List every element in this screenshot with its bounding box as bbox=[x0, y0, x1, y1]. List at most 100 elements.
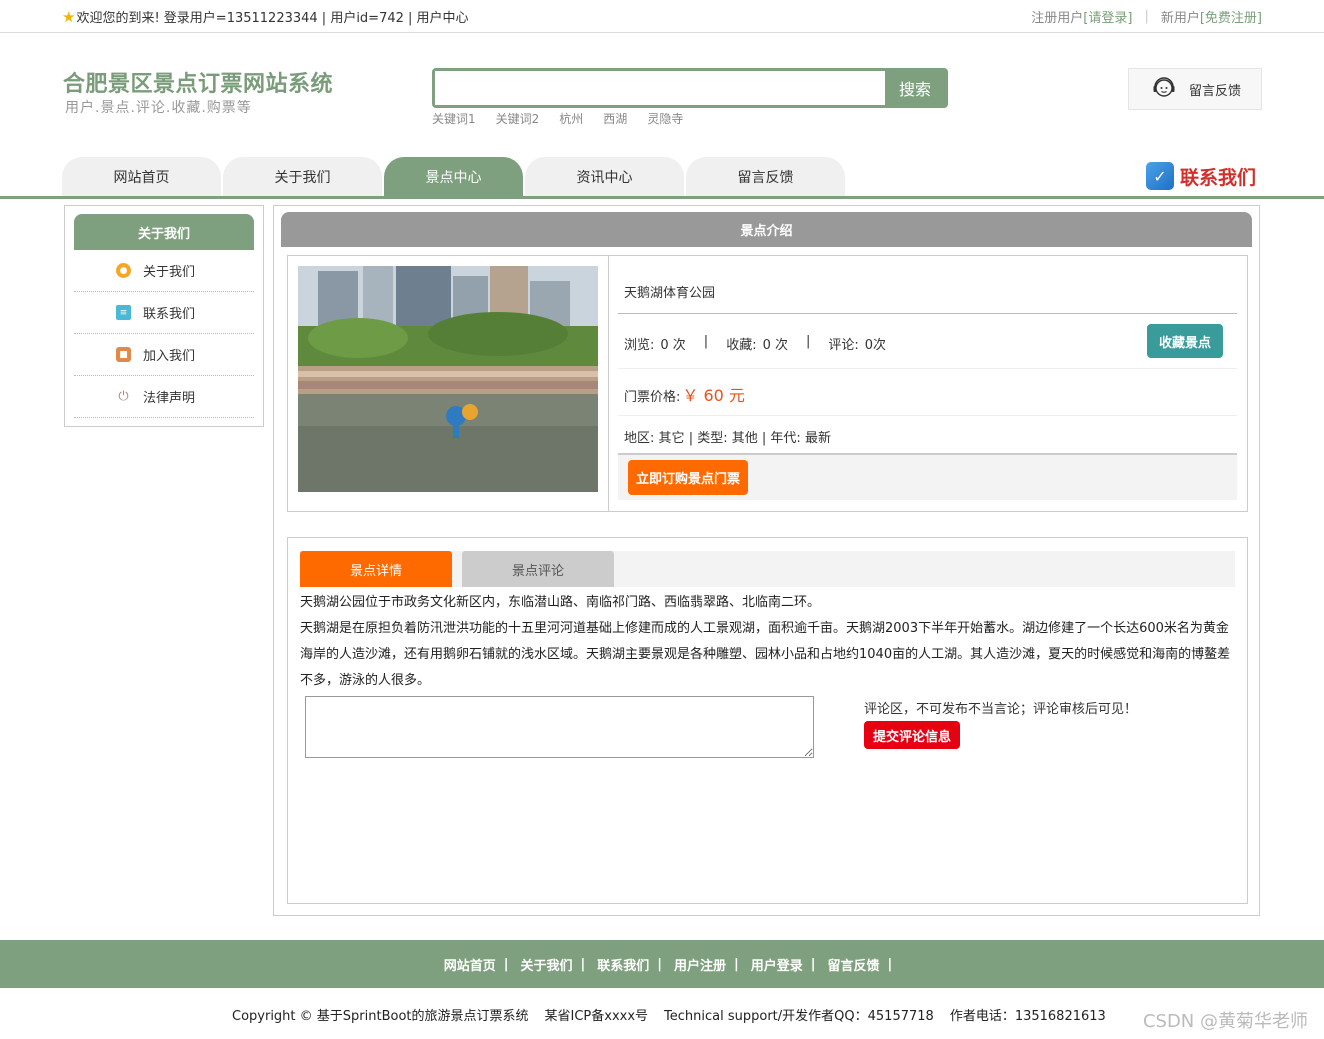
search-button[interactable]: 搜索 bbox=[885, 71, 945, 105]
phone-icon: ✓ bbox=[1146, 162, 1174, 190]
top-bar: ★ 欢迎您的到来! 登录用户=13511223344 | 用户id=742 | … bbox=[0, 0, 1324, 33]
footer-link-contact[interactable]: 联系我们 bbox=[597, 955, 649, 974]
watermark: CSDN @黄菊华老师 bbox=[1142, 1011, 1308, 1032]
divider: | bbox=[657, 956, 662, 972]
power-icon: ⏻ bbox=[116, 389, 131, 404]
nav-home[interactable]: 网站首页 bbox=[62, 157, 221, 197]
spot-stats: 浏览: 0 次 | 收藏: 0 次 | 评论: 0次 bbox=[624, 334, 886, 353]
spot-description: 天鹅湖公园位于市政务文化新区内，东临潜山路、南临祁门路、西临翡翠路、北临南二环。… bbox=[300, 590, 1235, 694]
footer-link-register[interactable]: 用户注册 bbox=[674, 955, 726, 974]
support-text: Technical support/开发作者QQ：45157718 bbox=[664, 1009, 934, 1024]
nav-feedback[interactable]: 留言反馈 bbox=[686, 157, 845, 197]
sidebar-item-join[interactable]: ■ 加入我们 bbox=[74, 334, 254, 376]
divider: | bbox=[887, 956, 893, 972]
favs-label: 收藏: bbox=[726, 338, 757, 353]
keyword-link[interactable]: 杭州 bbox=[559, 110, 583, 127]
buy-bar: 立即订购景点门票 bbox=[618, 453, 1237, 500]
nav-underline bbox=[0, 196, 1324, 199]
footer-nav: 网站首页 | 关于我们 | 联系我们 | 用户注册 | 用户登录 | 留言反馈 | bbox=[0, 940, 1324, 988]
contact-us-label: 联系我们 bbox=[1180, 166, 1257, 189]
divider bbox=[608, 256, 609, 511]
sidebar-item-label: 联系我们 bbox=[143, 307, 196, 322]
region-label: 地区: bbox=[624, 431, 655, 446]
spot-meta: 地区: 其它 | 类型: 其他 | 年代: 最新 bbox=[624, 427, 831, 446]
sidebar-item-label: 关于我们 bbox=[143, 265, 196, 280]
divider: | bbox=[734, 956, 739, 972]
nav-about[interactable]: 关于我们 bbox=[223, 157, 382, 197]
divider bbox=[618, 313, 1237, 314]
spot-name: 天鹅湖体育公园 bbox=[624, 286, 716, 301]
main-panel: 景点介绍 天鹅湖体育公园 浏览: 0 次 | 收藏: 0 次 | 评论: 0次 … bbox=[273, 205, 1260, 916]
star-icon: ★ bbox=[62, 7, 76, 26]
submit-comment-button[interactable]: 提交评论信息 bbox=[864, 721, 960, 749]
region-value: 其它 bbox=[658, 431, 685, 446]
feedback-button[interactable]: 留言反馈 bbox=[1128, 68, 1262, 110]
spot-info: 天鹅湖体育公园 浏览: 0 次 | 收藏: 0 次 | 评论: 0次 收藏景点 … bbox=[287, 255, 1248, 512]
copyright: Copyright © 基于SprintBoot的旅游景点订票系统 某省ICP备… bbox=[232, 1005, 1106, 1024]
sidebar-item-legal[interactable]: ⏻ 法律声明 bbox=[74, 376, 254, 418]
account-links: 注册用户 [请登录] | 新用户 [免费注册] bbox=[1031, 7, 1262, 26]
clipboard-icon: ≡ bbox=[116, 305, 131, 320]
comment-input[interactable] bbox=[305, 696, 814, 758]
keyword-link[interactable]: 灵隐寺 bbox=[647, 110, 683, 127]
divider: | bbox=[688, 431, 698, 446]
ticket-price: 门票价格: ￥ 60 元 bbox=[624, 382, 745, 406]
hot-keywords: 关键词1 关键词2 杭州 西湖 灵隐寺 bbox=[432, 110, 683, 127]
keyword-link[interactable]: 关键词1 bbox=[432, 110, 476, 127]
type-value: 其他 bbox=[731, 431, 758, 446]
phone-text: 作者电话：13516821613 bbox=[949, 1009, 1106, 1024]
divider bbox=[618, 415, 1237, 416]
footer-link-login[interactable]: 用户登录 bbox=[751, 955, 803, 974]
registered-label: 注册用户 bbox=[1031, 11, 1084, 26]
keyword-link[interactable]: 关键词2 bbox=[496, 110, 540, 127]
register-link[interactable]: [免费注册] bbox=[1200, 7, 1262, 26]
price-value: ￥ 60 元 bbox=[682, 386, 745, 405]
sidebar-item-label: 法律声明 bbox=[143, 391, 196, 406]
search-input[interactable] bbox=[435, 71, 885, 105]
footer-link-about[interactable]: 关于我们 bbox=[520, 955, 572, 974]
divider: | bbox=[1144, 9, 1149, 24]
tab-comments[interactable]: 景点评论 bbox=[462, 551, 614, 587]
contact-us-link[interactable]: ✓ 联系我们 bbox=[1146, 162, 1256, 190]
site-title[interactable]: 合肥景区景点订票网站系统 bbox=[63, 66, 333, 98]
copyright-text: Copyright © 基于SprintBoot的旅游景点订票系统 bbox=[232, 1009, 529, 1024]
spot-photo bbox=[298, 266, 598, 492]
sidebar-item-about[interactable]: ● 关于我们 bbox=[74, 250, 254, 292]
tab-details[interactable]: 景点详情 bbox=[300, 551, 452, 587]
favorite-button[interactable]: 收藏景点 bbox=[1147, 324, 1223, 358]
sidebar-list: ● 关于我们 ≡ 联系我们 ■ 加入我们 ⏻ 法律声明 bbox=[74, 250, 254, 418]
era-label: 年代: bbox=[770, 431, 801, 446]
divider: | bbox=[703, 334, 709, 349]
lock-icon: ■ bbox=[116, 347, 131, 362]
footer-link-home[interactable]: 网站首页 bbox=[444, 955, 496, 974]
nav-spots[interactable]: 景点中心 bbox=[384, 157, 523, 197]
type-label: 类型: bbox=[697, 431, 728, 446]
login-link[interactable]: [请登录] bbox=[1083, 7, 1132, 26]
divider: | bbox=[805, 334, 811, 349]
divider: | bbox=[503, 956, 509, 972]
footer-link-feedback[interactable]: 留言反馈 bbox=[828, 955, 880, 974]
buy-ticket-button[interactable]: 立即订购景点门票 bbox=[628, 460, 748, 495]
divider: | bbox=[580, 956, 586, 972]
keyword-link[interactable]: 西湖 bbox=[603, 110, 627, 127]
welcome-area: ★ 欢迎您的到来! 登录用户=13511223344 | 用户id=742 | … bbox=[62, 7, 469, 27]
nav-news[interactable]: 资讯中心 bbox=[525, 157, 684, 197]
icp-text: 某省ICP备xxxx号 bbox=[544, 1009, 649, 1024]
description-paragraph: 天鹅湖是在原担负着防汛泄洪功能的十五里河河道基础上修建而成的人工景观湖，面积逾千… bbox=[300, 621, 1231, 688]
sidebar-item-label: 加入我们 bbox=[143, 349, 196, 364]
site-subtitle: 用户.景点.评论.收藏.购票等 bbox=[65, 100, 252, 116]
sidebar-title: 关于我们 bbox=[74, 214, 254, 250]
price-label: 门票价格: bbox=[624, 390, 681, 405]
comments-label: 评论: bbox=[828, 338, 859, 353]
detail-tabs: 景点详情 景点评论 bbox=[300, 551, 1235, 587]
comment-note: 评论区，不可发布不当言论；评论审核后可见！ bbox=[864, 702, 1138, 717]
favs-count: 0 次 bbox=[762, 338, 788, 353]
description-paragraph: 天鹅湖公园位于市政务文化新区内，东临潜山路、南临祁门路、西临翡翠路、北临南二环。 bbox=[300, 595, 821, 610]
spot-detail: 景点详情 景点评论 天鹅湖公园位于市政务文化新区内，东临潜山路、南临祁门路、西临… bbox=[287, 537, 1248, 904]
sidebar: 关于我们 ● 关于我们 ≡ 联系我们 ■ 加入我们 ⏻ 法律声明 bbox=[64, 205, 264, 427]
new-user-label: 新用户 bbox=[1160, 11, 1200, 26]
main-nav: 网站首页 关于我们 景点中心 资讯中心 留言反馈 bbox=[62, 157, 845, 197]
comments-count: 0次 bbox=[864, 338, 887, 353]
circle-icon: ● bbox=[116, 263, 131, 278]
sidebar-item-contact[interactable]: ≡ 联系我们 bbox=[74, 292, 254, 334]
